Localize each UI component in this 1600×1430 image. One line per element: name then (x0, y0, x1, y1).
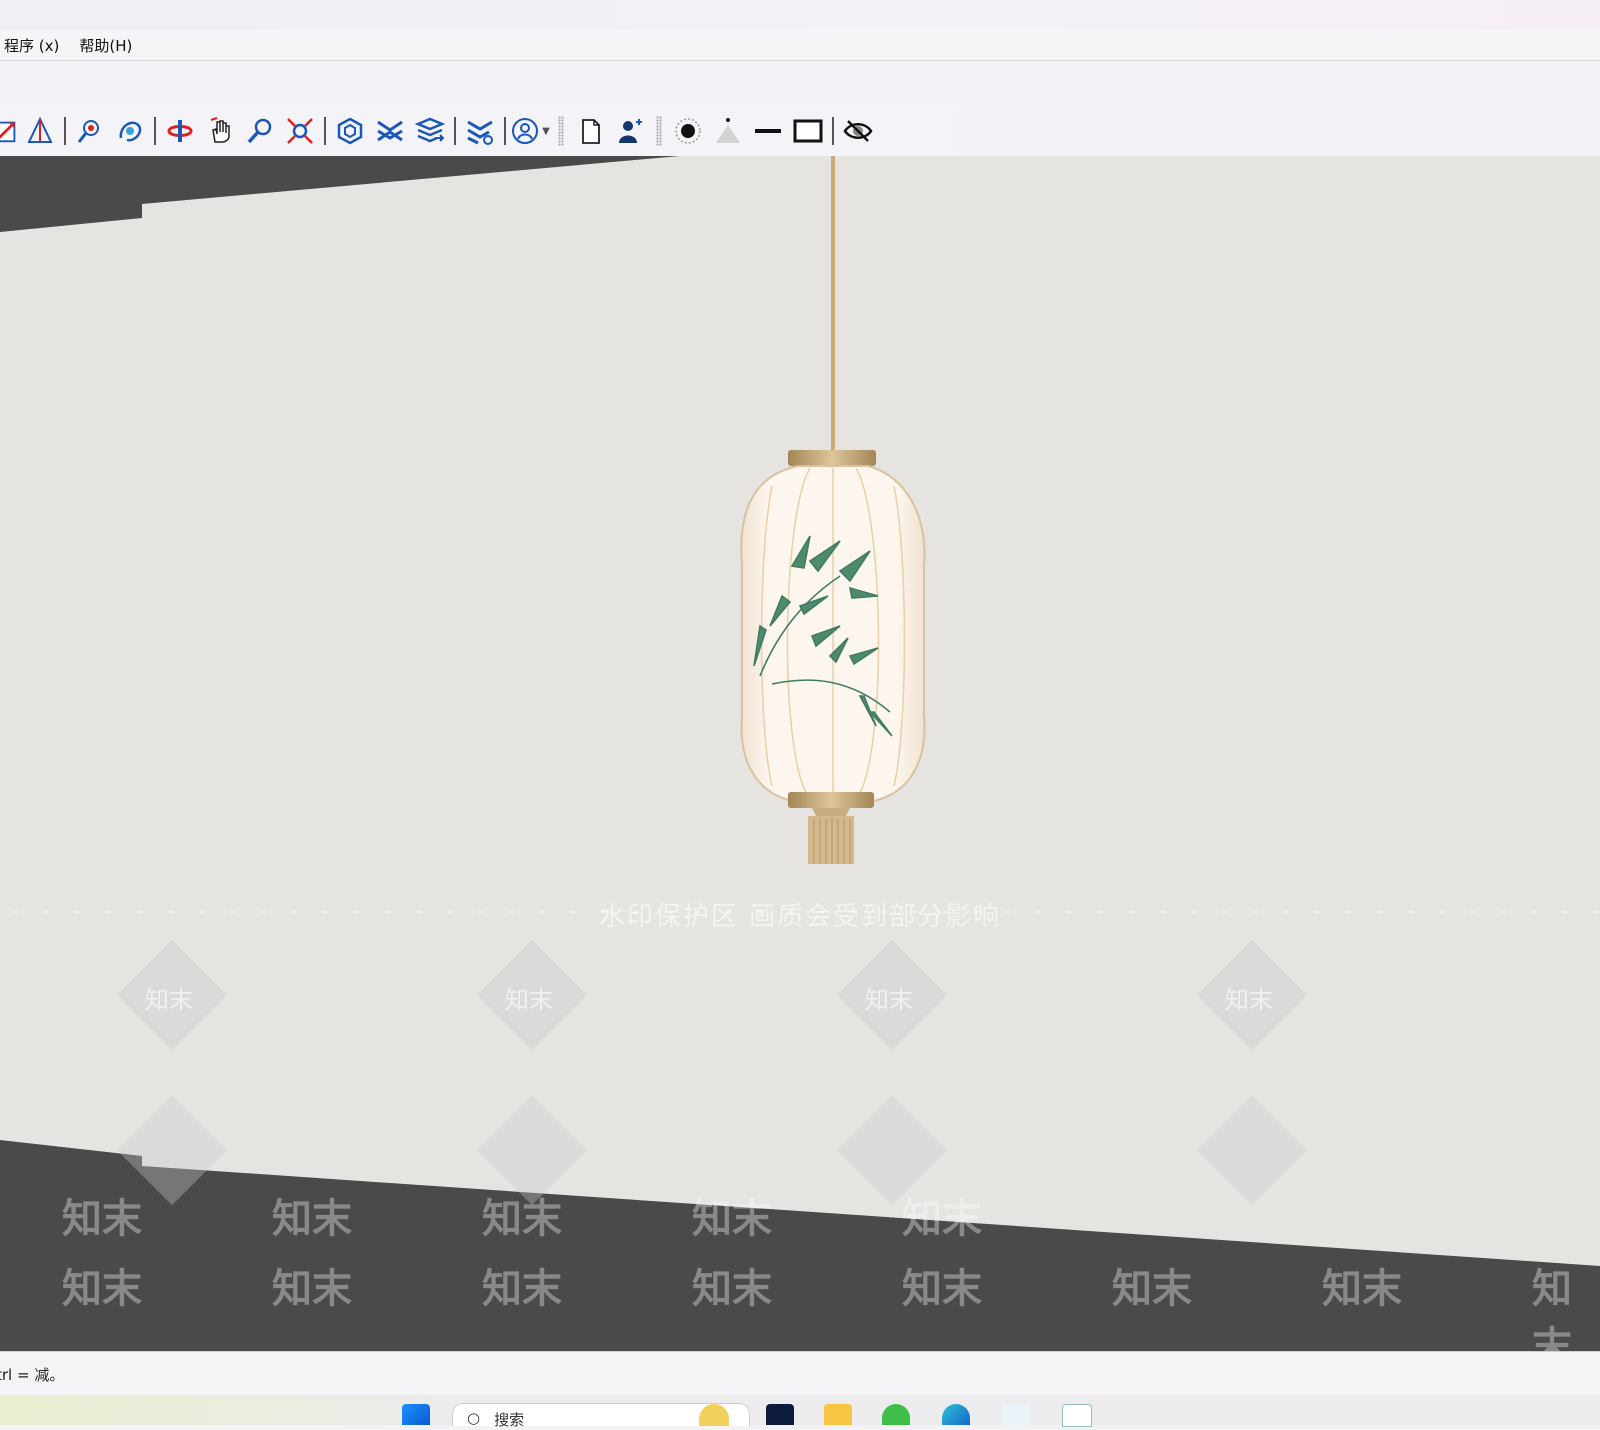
status-bar: trl = 减。 (0, 1351, 1600, 1396)
watermark-large: 知末 (902, 1266, 982, 1312)
watermark-label: 知末 (145, 986, 193, 1014)
line-icon[interactable] (748, 111, 788, 151)
new-file-icon[interactable] (570, 111, 610, 151)
axes-icon[interactable] (20, 111, 60, 151)
watermark-large: 知末 (62, 1196, 142, 1242)
modeling-viewport[interactable]: 水印保护区 画质会受到部分影响 知末 知末 知末 知末 知末 知末 知末 知末 … (0, 156, 1600, 1351)
account-dropdown-chevron-down-icon[interactable]: ▼ (540, 126, 552, 137)
watermark-large: 知末 (692, 1266, 772, 1312)
watermark-large: 知末 (692, 1196, 772, 1242)
toolbar-grip-handle[interactable] (656, 116, 662, 146)
status-hint: trl = 减。 (0, 1365, 65, 1384)
menu-item-extensions[interactable]: 程序 (x) (0, 35, 69, 56)
zoom-extents-icon[interactable] (280, 111, 320, 151)
toolbar-separator (832, 117, 834, 145)
taskbar-search-input[interactable]: ○ 搜索 (452, 1403, 750, 1429)
watermark-large: 知末 (482, 1196, 562, 1242)
watermark-large: 知末 (62, 1266, 142, 1312)
menu-item-help[interactable]: 帮助(H) (69, 35, 142, 56)
wechat-icon[interactable] (882, 1404, 910, 1425)
add-user-icon[interactable] (610, 111, 650, 151)
toolbar-separator (324, 117, 326, 145)
window-title-bar (0, 0, 1600, 30)
warehouse-icon[interactable] (330, 111, 370, 151)
pan-icon[interactable] (200, 111, 240, 151)
search-placeholder: 搜索 (494, 1411, 525, 1429)
look-around-icon[interactable] (110, 111, 150, 151)
sketchup-taskbar-icon[interactable] (1062, 1404, 1092, 1427)
toolbar-separator (504, 117, 506, 145)
zoom-icon[interactable] (240, 111, 280, 151)
extension-manager-icon[interactable] (460, 111, 500, 151)
watermark-label: 知末 (505, 986, 553, 1014)
edge-browser-icon[interactable] (942, 1404, 970, 1425)
toolbar-separator (64, 117, 66, 145)
watermark-large: 知末 (1112, 1266, 1192, 1312)
section-plane-icon[interactable] (0, 111, 20, 151)
toolbar-separator (154, 117, 156, 145)
watermark-large: 知末 (902, 1196, 982, 1242)
app-icon[interactable] (1002, 1404, 1030, 1425)
watermark-large: 知末 (1532, 1266, 1572, 1351)
start-menu-icon[interactable] (402, 1404, 430, 1425)
photoshop-icon[interactable] (766, 1404, 794, 1425)
main-toolbar: ▼ (0, 106, 958, 156)
watermark-notice: 水印保护区 画质会受到部分影响 (598, 902, 1002, 932)
search-icon: ○ (467, 1409, 481, 1427)
extension-warehouse-icon[interactable] (370, 111, 410, 151)
toolbar-empty-area (958, 106, 1600, 156)
cone-icon[interactable] (708, 111, 748, 151)
watermark-large: 知末 (1322, 1266, 1402, 1312)
watermark-label: 知末 (1225, 986, 1273, 1014)
watermark-large: 知末 (272, 1196, 352, 1242)
lantern-model[interactable] (700, 156, 960, 876)
toolbar-separator (454, 117, 456, 145)
point-icon[interactable] (668, 111, 708, 151)
watermark-label: 知末 (865, 986, 913, 1014)
watermark-large: 知末 (272, 1266, 352, 1312)
watermark-large: 知末 (482, 1266, 562, 1312)
layers-send-icon[interactable] (410, 111, 450, 151)
file-explorer-icon[interactable] (824, 1404, 852, 1425)
taskbar: ○ 搜索 (0, 1395, 1600, 1429)
orbit-icon[interactable] (160, 111, 200, 151)
weather-icon (699, 1404, 729, 1426)
rectangle-icon[interactable] (788, 111, 828, 151)
empty-toolbar-row (0, 61, 1600, 106)
toolbar-grip-handle[interactable] (558, 116, 564, 146)
position-camera-icon[interactable] (70, 111, 110, 151)
hide-icon[interactable] (838, 111, 878, 151)
menu-bar: 程序 (x) 帮助(H) (0, 30, 1600, 61)
account-icon[interactable] (510, 111, 540, 151)
